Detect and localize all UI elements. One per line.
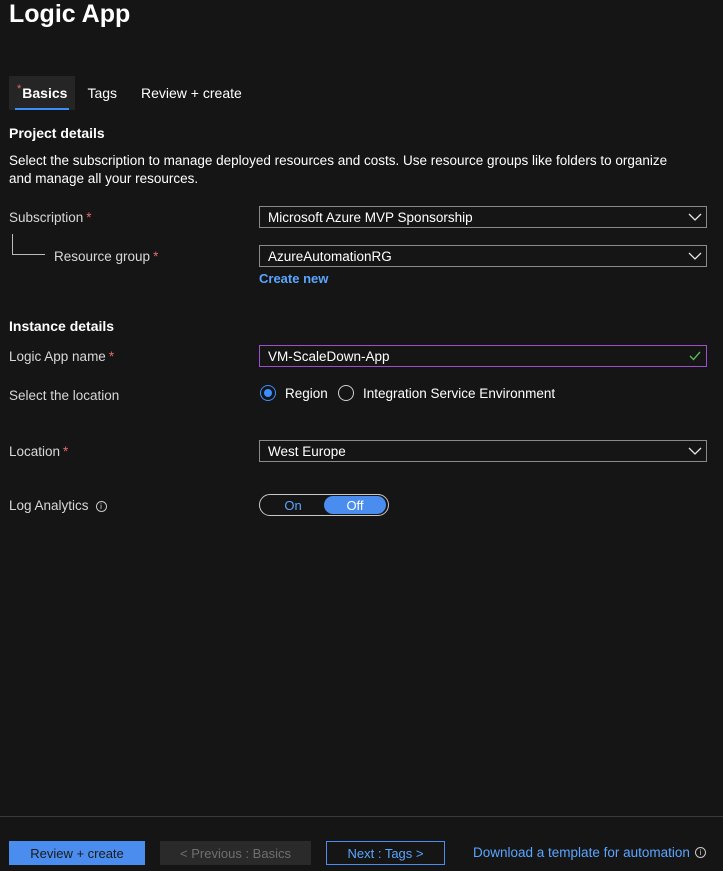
project-details-description: Select the subscription to manage deploy…	[9, 153, 668, 186]
download-template-text: Download a template for automation	[473, 845, 690, 860]
info-icon[interactable]: i	[95, 500, 107, 512]
resource-group-label: Resource group *	[54, 249, 158, 264]
logic-app-name-input[interactable]: VM-ScaleDown-App	[259, 345, 707, 367]
location-dropdown[interactable]: West Europe	[259, 440, 707, 462]
tab-review-create[interactable]: Review + create	[133, 76, 250, 110]
radio-region[interactable]: Region	[260, 385, 328, 401]
tab-tags[interactable]: Tags	[79, 76, 125, 110]
logic-app-name-value: VM-ScaleDown-App	[268, 348, 390, 364]
download-template-link[interactable]: Download a template for automation i	[473, 845, 706, 860]
tab-review-create-label: Review + create	[141, 85, 242, 101]
project-details-heading: Project details	[9, 125, 105, 141]
toggle-on-option[interactable]: On	[262, 496, 324, 514]
log-analytics-label-text: Log Analytics	[9, 498, 89, 513]
review-create-button[interactable]: Review + create	[9, 841, 145, 865]
resource-group-dropdown[interactable]: AzureAutomationRG	[259, 245, 707, 267]
select-location-label: Select the location	[9, 388, 120, 403]
location-label: Location *	[9, 444, 68, 459]
required-marker: *	[17, 83, 22, 95]
radio-selected-icon	[260, 385, 276, 401]
info-icon: i	[694, 847, 706, 858]
next-button[interactable]: Next : Tags >	[326, 841, 445, 865]
instance-details-heading: Instance details	[9, 318, 115, 334]
radio-ise[interactable]: Integration Service Environment	[338, 385, 555, 401]
radio-empty-icon	[338, 385, 354, 401]
chevron-down-icon	[684, 440, 706, 462]
required-marker: *	[108, 349, 115, 364]
location-value: West Europe	[268, 443, 346, 459]
tree-connector	[12, 234, 45, 255]
chevron-down-icon	[684, 206, 706, 228]
log-analytics-label: Log Analytics i	[9, 498, 107, 513]
required-marker: *	[153, 249, 159, 264]
resource-group-label-text: Resource group	[54, 249, 151, 264]
tab-bar: * Basics Tags Review + create	[9, 76, 250, 110]
chevron-down-icon	[684, 245, 706, 267]
create-new-link[interactable]: Create new	[259, 271, 328, 286]
subscription-value: Microsoft Azure MVP Sponsorship	[268, 209, 473, 225]
subscription-label-text: Subscription	[9, 210, 84, 225]
checkmark-icon	[684, 345, 706, 367]
previous-button[interactable]: < Previous : Basics	[160, 841, 311, 865]
tab-basics[interactable]: * Basics	[9, 76, 76, 110]
radio-region-label: Region	[285, 385, 328, 401]
toggle-off-option[interactable]: Off	[324, 496, 386, 514]
tab-tags-label: Tags	[87, 85, 118, 101]
subscription-dropdown[interactable]: Microsoft Azure MVP Sponsorship	[259, 206, 707, 228]
location-label-text: Location	[9, 444, 61, 459]
radio-ise-label: Integration Service Environment	[363, 385, 556, 401]
logic-app-name-label-text: Logic App name	[9, 349, 106, 364]
page-title: Logic App	[9, 0, 131, 28]
tab-basics-label: Basics	[22, 85, 68, 101]
resource-group-value: AzureAutomationRG	[268, 248, 392, 264]
logic-app-name-label: Logic App name *	[9, 349, 114, 364]
log-analytics-toggle[interactable]: On Off	[259, 494, 389, 516]
subscription-label: Subscription *	[9, 210, 92, 225]
footer-divider	[0, 816, 723, 817]
required-marker: *	[63, 444, 69, 459]
required-marker: *	[86, 210, 92, 225]
